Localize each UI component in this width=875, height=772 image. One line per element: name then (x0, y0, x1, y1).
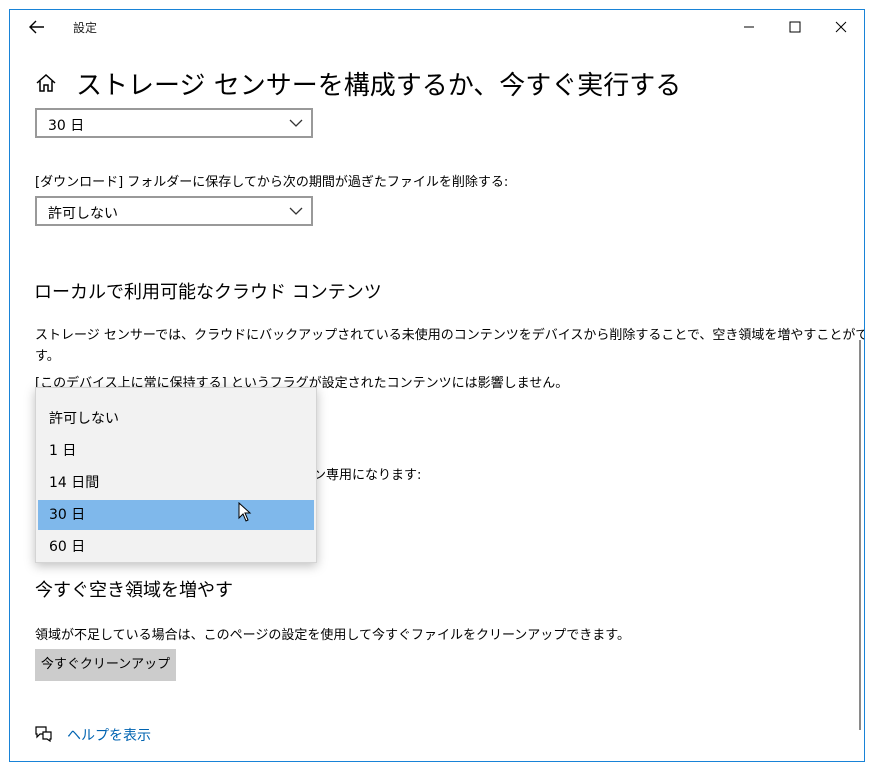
option-1-day[interactable]: 1 日 (38, 436, 314, 466)
downloads-label: [ダウンロード] フォルダーに保存してから次の期間が過ぎたファイルを削除する: (35, 175, 509, 190)
home-button[interactable] (35, 73, 57, 97)
duration-dropdown-list: 許可しない 1 日 14 日間 30 日 60 日 (35, 387, 317, 563)
clean-now-button[interactable]: 今すぐクリーンアップ (35, 649, 176, 681)
recycle-bin-duration-select[interactable]: 30 日 (35, 108, 313, 138)
help-chat-icon (35, 726, 52, 743)
maximize-button[interactable] (772, 10, 818, 44)
home-icon (36, 73, 56, 92)
downloads-duration-select[interactable]: 許可しない (35, 196, 313, 226)
back-arrow-icon (29, 20, 44, 34)
page-title: ストレージ センサーを構成するか、今すぐ実行する (76, 71, 682, 101)
minimize-button[interactable] (726, 10, 772, 44)
selected-value: 許可しない (48, 206, 118, 222)
cloud-duration-label-partial: イン専用になります: (300, 468, 422, 483)
close-icon (835, 21, 847, 33)
option-14-days[interactable]: 14 日間 (38, 468, 314, 498)
help-link[interactable]: ヘルプを表示 (67, 725, 151, 745)
chevron-down-icon (289, 207, 303, 215)
window-title: 設定 (73, 21, 98, 35)
option-never[interactable]: 許可しない (38, 404, 314, 434)
back-button[interactable] (26, 16, 48, 38)
title-bar: 設定 (10, 10, 864, 44)
mouse-cursor-icon (238, 502, 252, 522)
minimize-icon (744, 26, 754, 28)
option-60-days[interactable]: 60 日 (38, 532, 314, 562)
selected-value: 30 日 (48, 118, 85, 134)
cloud-description-line2: す。 (35, 349, 60, 364)
cloud-description-line1: ストレージ センサーでは、クラウドにバックアップされている未使用のコンテンツをデ… (35, 328, 865, 343)
cloud-content-heading: ローカルで利用可能なクラウド コンテンツ (34, 282, 382, 303)
chevron-down-icon (289, 119, 303, 127)
vertical-scrollbar[interactable] (859, 340, 861, 730)
maximize-icon (789, 21, 801, 33)
free-space-description: 領域が不足している場合は、このページの設定を使用して今すぐファイルをクリーンアッ… (35, 628, 631, 643)
option-30-days[interactable]: 30 日 (38, 500, 314, 530)
close-button[interactable] (818, 10, 864, 44)
settings-window: 設定 ストレージ センサーを構成するか、今すぐ実行する 30 日 [ダウンロード… (9, 9, 865, 762)
free-space-heading: 今すぐ空き領域を増やす (35, 580, 233, 601)
